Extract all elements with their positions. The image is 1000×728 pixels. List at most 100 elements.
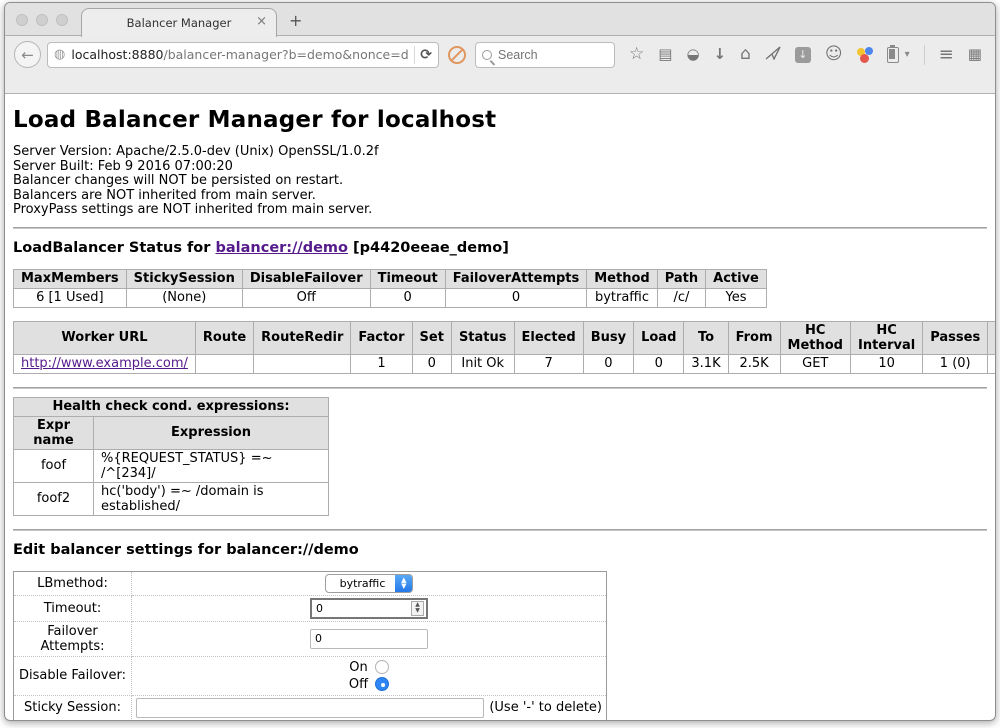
downloads-icon[interactable]: ↓ [714, 47, 727, 62]
back-arrow-icon: ← [21, 46, 34, 64]
number-spinner-icon[interactable]: ▲▼ [411, 601, 424, 616]
col-hc-interval: HC Interval [850, 321, 922, 354]
url-bar[interactable]: ◍ localhost:8880/balancer-manager?b=demo… [47, 42, 439, 68]
table-header-row: MaxMembers StickySession DisableFailover… [14, 269, 767, 288]
cell-factor: 1 [351, 354, 412, 373]
failover-off-radio[interactable] [375, 677, 389, 691]
navigation-toolbar: ← ◍ localhost:8880/balancer-manager?b=de… [5, 36, 995, 73]
extension-dots-icon[interactable] [857, 47, 873, 63]
cell-stickysession: (None) [126, 288, 242, 307]
cell-elected: 7 [514, 354, 583, 373]
reload-icon[interactable]: ⟳ [420, 47, 434, 63]
sticky-session-label: Sticky Session: [14, 695, 132, 720]
col-passes: Passes [923, 321, 988, 354]
toolbar-separator [924, 45, 925, 65]
battery-extension-icon[interactable] [887, 47, 899, 63]
lbmethod-selected-value: bytraffic [326, 575, 396, 592]
chevron-down-icon[interactable]: ▾ [905, 49, 910, 60]
col-busy: Busy [583, 321, 633, 354]
search-input[interactable] [498, 48, 598, 62]
cell-routeredir [254, 354, 351, 373]
edit-settings-heading: Edit balancer settings for balancer://de… [13, 542, 987, 558]
bookmark-star-icon[interactable]: ☆ [629, 46, 644, 63]
balancer-demo-link[interactable]: balancer://demo [215, 240, 348, 256]
table-header-row: Worker URL Route RouteRedir Factor Set S… [14, 321, 997, 354]
col-method: Method [587, 269, 657, 288]
window-controls [16, 14, 68, 26]
cell-set: 0 [412, 354, 451, 373]
cell-from: 2.5K [728, 354, 780, 373]
disable-failover-label: Disable Failover: [14, 656, 132, 695]
globe-icon: ◍ [54, 47, 65, 62]
tab-close-icon[interactable]: × [256, 14, 267, 29]
cell-load: 0 [634, 354, 684, 373]
table-title-row: Health check cond. expressions: [14, 397, 329, 416]
timeout-value: 0 [312, 602, 411, 615]
new-tab-button[interactable]: + [289, 11, 302, 30]
cell-route [195, 354, 253, 373]
col-elected: Elected [514, 321, 583, 354]
search-icon [482, 50, 492, 60]
cell-expr-name: foof2 [14, 482, 94, 515]
col-route: Route [195, 321, 253, 354]
radio-line-on: On [136, 659, 602, 676]
zoom-window-button[interactable] [56, 14, 68, 26]
cell-path: /c/ [657, 288, 705, 307]
url-divider [414, 46, 415, 64]
failover-on-radio[interactable] [375, 660, 389, 674]
minimize-window-button[interactable] [36, 14, 48, 26]
select-stepper-icon: ▲▼ [395, 575, 412, 592]
table-header-row: Expr name Expression [14, 416, 329, 449]
table-row: http://www.example.com/ 1 0 Init Ok 7 0 … [14, 354, 997, 373]
close-window-button[interactable] [16, 14, 28, 26]
proxypass-note-line: ProxyPass settings are NOT inherited fro… [13, 203, 987, 218]
sticky-session-input[interactable] [136, 698, 484, 718]
pocket-icon[interactable]: ◒ [686, 47, 699, 62]
col-load: Load [634, 321, 684, 354]
form-row-add-worker: Add New Worker: Are you sure? [14, 720, 607, 721]
cell-passes: 1 (0) [923, 354, 988, 373]
table-row: foof2 hc('body') =~ /domain is establish… [14, 482, 329, 515]
col-maxmembers: MaxMembers [14, 269, 127, 288]
cell-hc-interval: 10 [850, 354, 922, 373]
lbmethod-label: LBmethod: [14, 571, 132, 595]
col-hc-method: HC Method [780, 321, 850, 354]
reading-list-icon[interactable]: ▤ [658, 47, 672, 62]
health-check-title: Health check cond. expressions: [14, 397, 329, 416]
toolbar-icons: ☆ ▤ ◒ ↓ ⌂ ↓ ☺ ▾ ≡ ▦ [629, 45, 982, 65]
menu-hamburger-icon[interactable]: ≡ [939, 46, 954, 64]
cell-maxmembers: 6 [1 Used] [14, 288, 127, 307]
form-row-sticky: Sticky Session: (Use '-' to delete) [14, 695, 607, 720]
tab-balancer-manager[interactable]: Balancer Manager × [81, 8, 277, 37]
server-built-line: Server Built: Feb 9 2016 07:00:20 [13, 160, 987, 175]
worker-url-link[interactable]: http://www.example.com/ [21, 356, 188, 371]
cell-expression: hc('body') =~ /domain is established/ [94, 482, 329, 515]
col-set: Set [412, 321, 451, 354]
add-worker-label: Add New Worker: [14, 720, 132, 721]
lbmethod-select[interactable]: bytraffic ▲▼ [325, 574, 414, 593]
failover-attempts-input[interactable] [310, 629, 428, 649]
cell-expression: %{REQUEST_STATUS} =~ /^[234]/ [94, 449, 329, 482]
form-row-timeout: Timeout: 0 ▲▼ [14, 595, 607, 621]
col-routeredir: RouteRedir [254, 321, 351, 354]
cell-to: 3.1K [684, 354, 728, 373]
radio-line-off: Off [136, 676, 602, 693]
search-bar[interactable] [475, 42, 615, 68]
save-page-icon[interactable]: ↓ [795, 47, 811, 63]
tab-strip: Balancer Manager × + [5, 3, 995, 36]
url-text[interactable]: localhost:8880/balancer-manager?b=demo&n… [71, 47, 409, 62]
sidebar-grid-icon[interactable]: ▦ [968, 47, 982, 62]
send-tab-icon[interactable] [765, 46, 781, 63]
home-icon[interactable]: ⌂ [740, 46, 751, 63]
col-disablefailover: DisableFailover [242, 269, 370, 288]
content-blocked-icon[interactable] [448, 46, 466, 64]
table-row: foof %{REQUEST_STATUS} =~ /^[234]/ [14, 449, 329, 482]
col-fails: Fails [988, 321, 996, 354]
back-button[interactable]: ← [14, 41, 41, 68]
timeout-input[interactable]: 0 ▲▼ [310, 598, 428, 619]
col-expression: Expression [94, 416, 329, 449]
cell-busy: 0 [583, 354, 633, 373]
divider [13, 227, 987, 229]
cell-fails: 2 (0) [988, 354, 996, 373]
feedback-smiley-icon[interactable]: ☺ [825, 46, 843, 63]
